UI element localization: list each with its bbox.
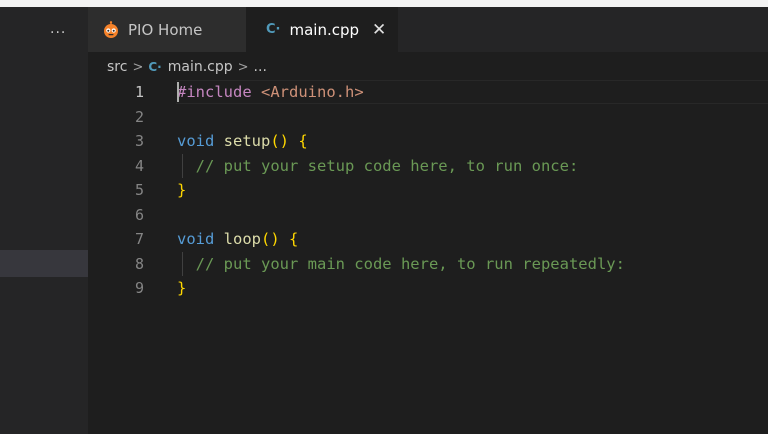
platformio-alien-icon [104, 20, 118, 38]
code-line[interactable] [177, 105, 762, 130]
preprocessor-directive: #include [177, 83, 252, 101]
code-line[interactable]: #include <Arduino.h> [177, 80, 762, 105]
open-brace: { [289, 230, 299, 248]
code-line[interactable]: void setup() { [177, 129, 762, 154]
code-line[interactable]: } [177, 276, 762, 301]
comment: // put your setup code here, to run once… [195, 156, 579, 175]
breadcrumb: src > C· main.cpp > ... [107, 56, 267, 78]
keyword: void [177, 230, 215, 248]
code-line[interactable]: void loop() { [177, 227, 762, 252]
chevron-right-icon: > [132, 59, 144, 75]
breadcrumb-file[interactable]: main.cpp [168, 59, 233, 75]
code-line[interactable] [177, 203, 762, 228]
keyword: void [177, 132, 215, 150]
code-line[interactable]: } [177, 178, 762, 203]
title-strip [0, 0, 768, 7]
function-name: setup [223, 132, 271, 150]
more-actions-icon[interactable]: ··· [50, 25, 66, 41]
side-panel: ··· [0, 7, 88, 434]
close-icon[interactable]: ✕ [372, 20, 386, 40]
parentheses: () [261, 230, 280, 248]
line-number: 5 [134, 181, 144, 199]
function-name: loop [223, 230, 261, 248]
breadcrumb-folder[interactable]: src [107, 59, 127, 75]
code-editor[interactable]: #include <Arduino.h> void setup() { // p… [177, 80, 762, 301]
side-panel-selected-row[interactable] [0, 250, 88, 277]
tab-label: main.cpp [289, 20, 360, 39]
breadcrumb-symbols[interactable]: ... [254, 59, 267, 75]
code-line[interactable]: // put your main code here, to run repea… [177, 252, 762, 277]
line-number: 7 [134, 230, 144, 248]
open-brace: { [298, 132, 308, 150]
include-header: <Arduino.h> [261, 83, 364, 101]
line-number-gutter: 1 2 3 4 5 6 7 8 9 [100, 80, 144, 301]
close-brace: } [177, 181, 187, 199]
vscode-window: ··· PIO Home C· main.cpp ✕ src > C· main… [0, 0, 768, 434]
line-number: 1 [134, 83, 144, 101]
line-number: 8 [134, 254, 144, 273]
line-number: 2 [134, 107, 144, 126]
code-line[interactable]: // put your setup code here, to run once… [177, 154, 762, 179]
text-cursor [177, 82, 179, 102]
line-number: 9 [134, 279, 144, 297]
line-number: 3 [134, 132, 144, 150]
parentheses: () [270, 132, 290, 150]
chevron-right-icon: > [237, 59, 249, 75]
tab-label: PIO Home [128, 20, 203, 39]
line-number: 4 [134, 156, 144, 175]
tab-main-cpp[interactable]: C· main.cpp ✕ [246, 7, 398, 52]
tab-pio-home[interactable]: PIO Home [88, 7, 246, 52]
comment: // put your main code here, to run repea… [195, 254, 625, 273]
line-number: 6 [134, 205, 144, 224]
close-brace: } [177, 279, 187, 297]
editor-tab-bar: PIO Home C· main.cpp ✕ [88, 7, 768, 52]
cpp-file-icon: C· [266, 22, 281, 37]
cpp-file-icon: C· [148, 60, 162, 74]
